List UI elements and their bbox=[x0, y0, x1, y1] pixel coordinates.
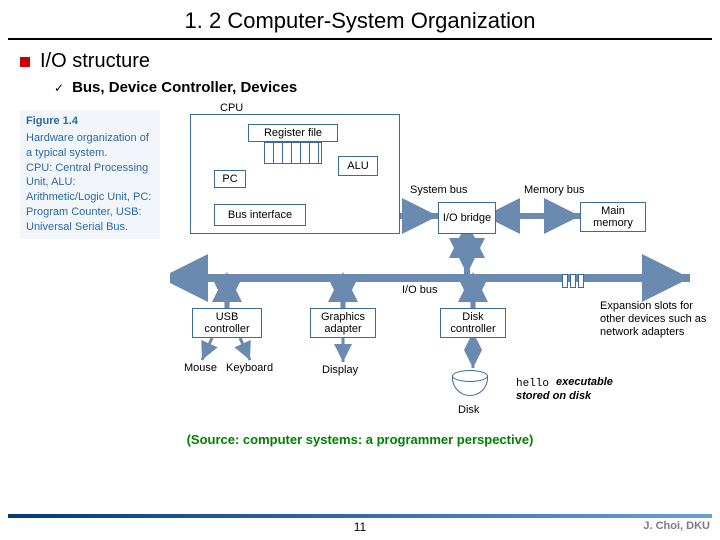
register-file-icon bbox=[264, 142, 322, 164]
square-bullet-icon bbox=[20, 57, 30, 67]
memory-bus-label: Memory bus bbox=[524, 184, 585, 196]
graphics-adapter-box: Graphics adapter bbox=[310, 308, 376, 338]
source-citation: (Source: computer systems: a programmer … bbox=[0, 432, 720, 447]
check-icon: ✓ bbox=[54, 81, 64, 95]
pc-box: PC bbox=[214, 170, 246, 188]
subbullet-text: Bus, Device Controller, Devices bbox=[72, 79, 297, 96]
bullet-text: I/O structure bbox=[40, 50, 150, 73]
disk-controller-box: Disk controller bbox=[440, 308, 506, 338]
footer: 11 bbox=[0, 514, 720, 534]
display-label: Display bbox=[322, 364, 358, 376]
io-bridge-box: I/O bridge bbox=[438, 202, 496, 234]
hello-code-label: hello bbox=[516, 378, 549, 390]
figure-caption-main: Hardware organization of a typical syste… bbox=[26, 131, 154, 161]
page-number: 11 bbox=[0, 520, 720, 534]
alu-box: ALU bbox=[338, 156, 378, 176]
footer-bar bbox=[8, 514, 712, 518]
author-credit: J. Choi, DKU bbox=[643, 520, 710, 532]
subbullet-row: ✓ Bus, Device Controller, Devices bbox=[54, 79, 720, 96]
register-file-label: Register file bbox=[248, 124, 338, 142]
figure-caption-desc: CPU: Central Processing Unit, ALU: Arith… bbox=[26, 161, 154, 235]
figure-number: Figure 1.4 bbox=[26, 114, 154, 129]
disk-icon bbox=[452, 370, 488, 398]
disk-label: Disk bbox=[458, 404, 479, 416]
title-rule bbox=[8, 38, 712, 40]
bus-interface-box: Bus interface bbox=[214, 204, 306, 226]
keyboard-label: Keyboard bbox=[226, 362, 273, 374]
cpu-label: CPU bbox=[220, 102, 243, 114]
usb-controller-box: USB controller bbox=[192, 308, 262, 338]
diagram: CPU Register file PC ALU Bus interface S… bbox=[170, 106, 710, 426]
expansion-slots-label: Expansion slots for other devices such a… bbox=[600, 300, 710, 340]
figure-area: Figure 1.4 Hardware organization of a ty… bbox=[20, 106, 700, 426]
main-memory-box: Main memory bbox=[580, 202, 646, 232]
io-bus-label: I/O bus bbox=[402, 284, 437, 296]
slide-title: 1. 2 Computer-System Organization bbox=[0, 0, 720, 38]
mouse-label: Mouse bbox=[184, 362, 217, 374]
figure-caption: Figure 1.4 Hardware organization of a ty… bbox=[20, 110, 160, 239]
bullet-row: I/O structure bbox=[20, 50, 720, 73]
system-bus-label: System bus bbox=[410, 184, 467, 196]
executable-label: executable bbox=[556, 376, 613, 388]
stored-on-disk-label: stored on disk bbox=[516, 390, 591, 402]
expansion-slots-icon bbox=[562, 274, 584, 288]
